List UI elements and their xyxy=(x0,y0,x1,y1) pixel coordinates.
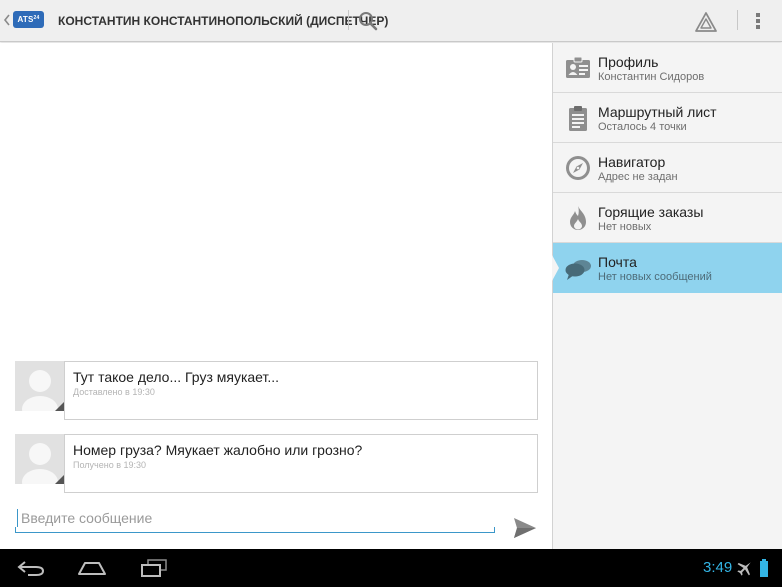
input-tick xyxy=(494,527,495,532)
action-bar: ATS24 КОНСТАНТИН КОНСТАНТИНОПОЛЬСКИЙ (ДИ… xyxy=(0,0,782,42)
home-icon[interactable] xyxy=(76,558,108,578)
search-icon[interactable] xyxy=(357,10,379,32)
sidebar-item-label: Профиль xyxy=(598,54,659,70)
airplane-mode-icon[interactable] xyxy=(736,559,754,577)
sidebar-item-profile[interactable]: Профиль Константин Сидоров xyxy=(553,43,782,93)
active-indicator xyxy=(552,255,559,281)
divider xyxy=(348,10,349,30)
compass-icon xyxy=(566,156,590,180)
sidebar-item-subtitle: Нет новых сообщений xyxy=(598,271,712,283)
system-navigation-bar: 3:49 xyxy=(0,549,782,587)
profile-card-icon xyxy=(566,56,590,78)
page-title: КОНСТАНТИН КОНСТАНТИНОПОЛЬСКИЙ (ДИСПЕТЧЕ… xyxy=(58,14,389,28)
sidebar-item-label: Маршрутный лист xyxy=(598,104,717,120)
person-placeholder-icon xyxy=(15,434,65,484)
sidebar-item-mail[interactable]: Почта Нет новых сообщений xyxy=(552,243,782,293)
sidebar: Профиль Константин Сидоров Маршрутный ли… xyxy=(552,43,782,549)
message-input[interactable] xyxy=(15,507,493,529)
overflow-menu-icon[interactable] xyxy=(750,11,766,31)
up-caret-icon[interactable] xyxy=(3,13,11,27)
divider xyxy=(737,10,738,30)
clipboard-icon xyxy=(569,106,587,131)
sidebar-item-hot-orders[interactable]: Горящие заказы Нет новых xyxy=(553,193,782,243)
chat-panel: Тут такое дело... Груз мяукает... Достав… xyxy=(0,43,552,549)
send-icon[interactable] xyxy=(512,516,538,540)
sidebar-item-label: Почта xyxy=(598,254,637,270)
app-logo-text: ATS xyxy=(17,15,34,24)
message-text: Номер груза? Мяукает жалобно или грозно? xyxy=(73,442,363,458)
avatar xyxy=(15,434,65,484)
message-status: Получено в 19:30 xyxy=(73,460,147,470)
avatar xyxy=(15,361,65,411)
sidebar-item-subtitle: Адрес не задан xyxy=(598,171,678,183)
app-logo-sup: 24 xyxy=(33,15,40,21)
sidebar-item-navigator[interactable]: Навигатор Адрес не задан xyxy=(553,143,782,193)
input-tick xyxy=(15,527,16,532)
recent-apps-icon[interactable] xyxy=(139,558,169,578)
clock[interactable]: 3:49 xyxy=(703,559,732,576)
message-status: Доставлено в 19:30 xyxy=(73,387,155,397)
app-logo[interactable]: ATS24 xyxy=(13,11,44,28)
sidebar-item-label: Горящие заказы xyxy=(598,204,704,220)
sidebar-item-subtitle: Осталось 4 точки xyxy=(598,121,687,133)
battery-icon[interactable] xyxy=(759,559,769,577)
sidebar-item-subtitle: Нет новых xyxy=(598,221,652,233)
fire-icon xyxy=(570,206,586,230)
warning-icon[interactable] xyxy=(694,11,718,33)
back-icon[interactable] xyxy=(16,558,46,578)
message-text: Тут такое дело... Груз мяукает... xyxy=(73,369,280,385)
sidebar-item-subtitle: Константин Сидоров xyxy=(598,71,705,83)
sidebar-item-label: Навигатор xyxy=(598,154,666,170)
chat-bubbles-icon xyxy=(565,260,591,280)
sidebar-item-route-sheet[interactable]: Маршрутный лист Осталось 4 точки xyxy=(553,93,782,143)
message-bubble[interactable]: Тут такое дело... Груз мяукает... Достав… xyxy=(64,361,538,420)
person-placeholder-icon xyxy=(15,361,65,411)
message-composer xyxy=(15,503,495,533)
message-bubble[interactable]: Номер груза? Мяукает жалобно или грозно?… xyxy=(64,434,538,493)
